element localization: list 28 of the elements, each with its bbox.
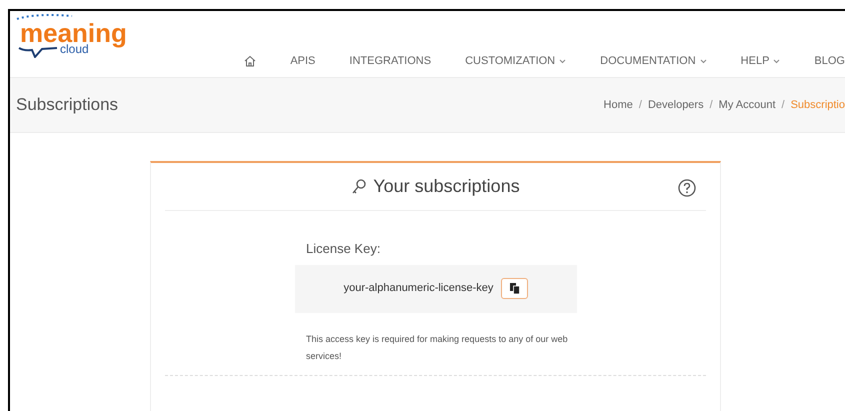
caret-icon xyxy=(773,58,780,64)
nav-link[interactable]: APIS xyxy=(290,53,316,70)
breadcrumb-separator: / xyxy=(782,98,785,113)
breadcrumb-link[interactable]: Developers xyxy=(648,96,704,114)
home-icon[interactable] xyxy=(244,55,256,68)
breadcrumb-separator: / xyxy=(638,98,642,113)
help-icon[interactable] xyxy=(678,179,696,197)
card-title: Your subscriptions xyxy=(373,175,520,198)
logo-wordmark: meaning xyxy=(20,20,127,46)
nav-link[interactable]: DOCUMENTATION xyxy=(600,53,707,70)
license-key-value: your-alphanumeric-license-key xyxy=(344,281,494,296)
caret-icon xyxy=(700,58,707,64)
breadcrumb-separator: / xyxy=(710,98,713,113)
nav-link[interactable]: CUSTOMIZATION xyxy=(465,53,566,70)
access-key-note: This access key is required for making requests to any of our web services! xyxy=(306,332,568,362)
dotted-arc-icon xyxy=(16,13,74,20)
copy-button[interactable] xyxy=(501,278,528,299)
breadcrumb-link[interactable]: My Account xyxy=(718,96,776,114)
nav-link[interactable]: BLOG xyxy=(814,53,845,70)
speech-bubble-tail-icon xyxy=(18,46,58,58)
nav-link[interactable]: INTEGRATIONS xyxy=(349,53,432,70)
page-title: Subscriptions xyxy=(16,94,118,116)
copy-icon xyxy=(510,283,520,294)
license-key-label: License Key: xyxy=(306,240,382,258)
breadcrumb-link[interactable]: Home xyxy=(604,96,633,114)
key-icon xyxy=(351,178,368,195)
nav-link[interactable]: HELP xyxy=(740,53,780,70)
caret-icon xyxy=(559,58,566,64)
